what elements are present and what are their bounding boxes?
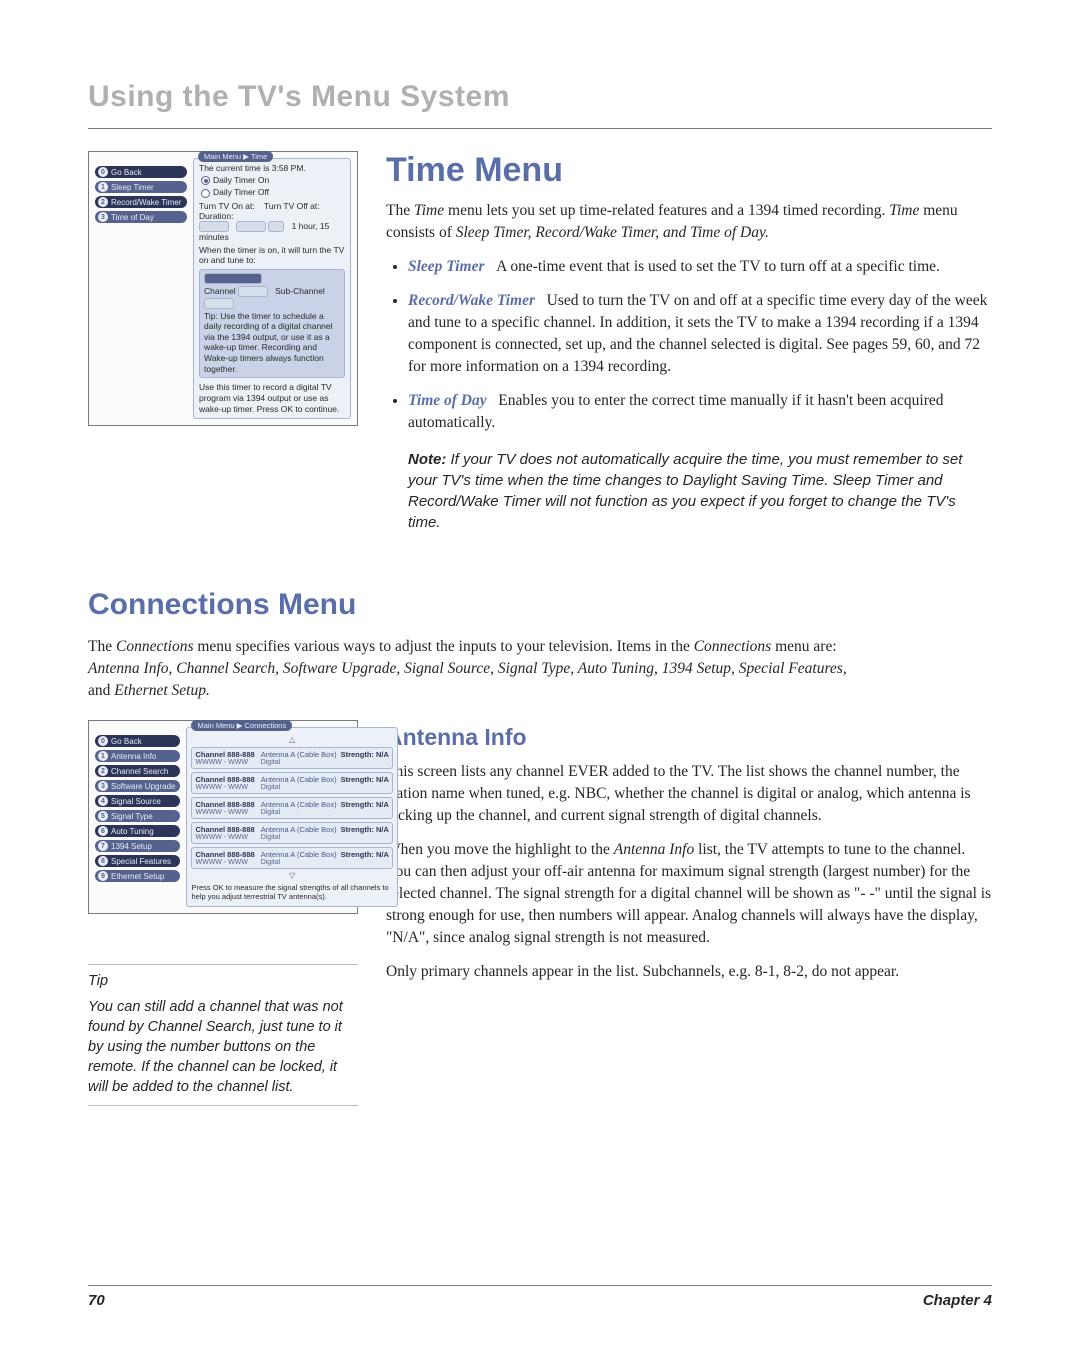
figure-time-panel: Main Menu ▶ Time The current time is 3:5… [193,158,351,419]
list-item: Channel 888-888WWWW - WWW Antenna A (Cab… [191,847,392,869]
antenna-info-section: 0Go Back 1Antenna Info 2Channel Search 3… [88,720,992,1114]
down-arrow-icon: ▽ [191,872,392,880]
radio-on-icon [201,176,210,185]
page-footer: 70 Chapter 4 [88,1285,992,1309]
time-menu-section: 0Go Back 1Sleep Timer 2Record/Wake Timer… [88,151,992,548]
figure-connections: 0Go Back 1Antenna Info 2Channel Search 3… [88,720,358,914]
bullet-record-wake: Record/Wake Timer Used to turn the TV on… [408,290,992,378]
fig-menu-item: 1Sleep Timer [95,181,187,193]
title-rule [88,128,992,129]
page-number: 70 [88,1292,105,1309]
antenna-info-p1: This screen lists any channel EVER added… [386,761,992,827]
field [204,273,262,284]
list-item: Channel 888-888WWWW - WWW Antenna A (Cab… [191,822,392,844]
field [268,221,284,232]
tip-text: You can still add a channel that was not… [88,997,358,1097]
tip-label: Tip [88,973,358,989]
antenna-info-p2: When you move the highlight to the Anten… [386,839,992,949]
bullet-time-of-day: Time of Day Enables you to enter the cor… [408,390,992,434]
fig-menu-item-active: 2Record/Wake Timer [95,196,187,208]
time-menu-note: Note: If your TV does not automatically … [408,449,992,533]
fig-menu-item: 5Signal Type [95,810,180,822]
figure-conn-menu: 0Go Back 1Antenna Info 2Channel Search 3… [95,727,180,907]
time-menu-text: Time Menu The Time menu lets you set up … [386,151,992,548]
field [238,286,268,297]
time-menu-heading: Time Menu [386,151,992,190]
page: Using the TV's Menu System 0Go Back 1Sle… [0,0,1080,1367]
fig-menu-item: 71394 Setup [95,840,180,852]
field [204,298,234,309]
list-item: Channel 888-888WWWW - WWW Antenna A (Cab… [191,797,392,819]
up-arrow-icon: △ [191,736,392,744]
figure-conn-panel: Main Menu ▶ Connections △ Channel 888-88… [186,727,397,907]
figure-crumb: Main Menu ▶ Connections [191,720,292,731]
footer-rule [88,1285,992,1286]
figure-time-col: 0Go Back 1Sleep Timer 2Record/Wake Timer… [88,151,358,548]
fig-menu-item: 3Software Upgrade [95,780,180,792]
antenna-left-col: 0Go Back 1Antenna Info 2Channel Search 3… [88,720,358,1114]
fig-menu-item: 8Special Features [95,855,180,867]
tip-sep [88,1105,358,1106]
figure-crumb: Main Menu ▶ Time [198,151,273,162]
radio-off-icon [201,189,210,198]
fig-text: The current time is 3:58 PM. [199,163,345,173]
tip-block: Tip You can still add a channel that was… [88,964,358,1106]
antenna-info-heading: Antenna Info [386,724,992,751]
antenna-info-p3: Only primary channels appear in the list… [386,961,992,983]
connections-heading: Connections Menu [88,588,992,622]
time-menu-intro: The Time menu lets you set up time-relat… [386,200,992,244]
fig-menu-item: 1Antenna Info [95,750,180,762]
fig-menu-item: 6Auto Tuning [95,825,180,837]
fig-subpanel: Channel Sub-Channel Tip: Use the timer t… [199,269,345,379]
list-item: Channel 888-888WWWW - WWW Antenna A (Cab… [191,772,392,794]
field [236,221,266,232]
chapter-label: Chapter 4 [923,1292,992,1309]
tip-sep [88,964,358,965]
field [199,221,229,232]
fig-menu-item: 4Signal Source [95,795,180,807]
connections-intro: The Connections menu specifies various w… [88,636,848,702]
fig-menu-item: 2Channel Search [95,765,180,777]
fig-menu-item: 3Time of Day [95,211,187,223]
chapter-title: Using the TV's Menu System [88,80,992,114]
list-item: Channel 888-888WWWW - WWW Antenna A (Cab… [191,747,392,769]
figure-time: 0Go Back 1Sleep Timer 2Record/Wake Timer… [88,151,358,426]
figure-time-menu: 0Go Back 1Sleep Timer 2Record/Wake Timer… [95,158,187,419]
time-menu-bullets: Sleep Timer A one-time event that is use… [386,256,992,434]
bullet-sleep-timer: Sleep Timer A one-time event that is use… [408,256,992,278]
fig-menu-item: 0Go Back [95,166,187,178]
antenna-info-text: Antenna Info This screen lists any chann… [386,720,992,1114]
fig-menu-item: 9Ethernet Setup [95,870,180,882]
fig-menu-item: 0Go Back [95,735,180,747]
